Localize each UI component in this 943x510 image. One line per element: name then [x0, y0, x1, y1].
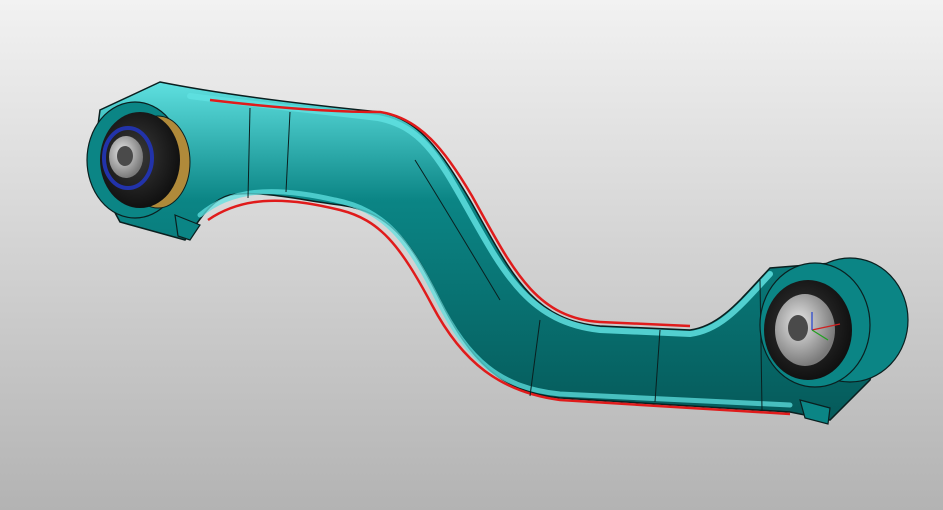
left-bushing-bore [117, 146, 133, 166]
3d-viewport[interactable] [0, 0, 943, 510]
right-bushing[interactable] [759, 257, 909, 388]
right-bushing-bore [788, 315, 808, 341]
control-arm-model[interactable] [0, 0, 943, 510]
